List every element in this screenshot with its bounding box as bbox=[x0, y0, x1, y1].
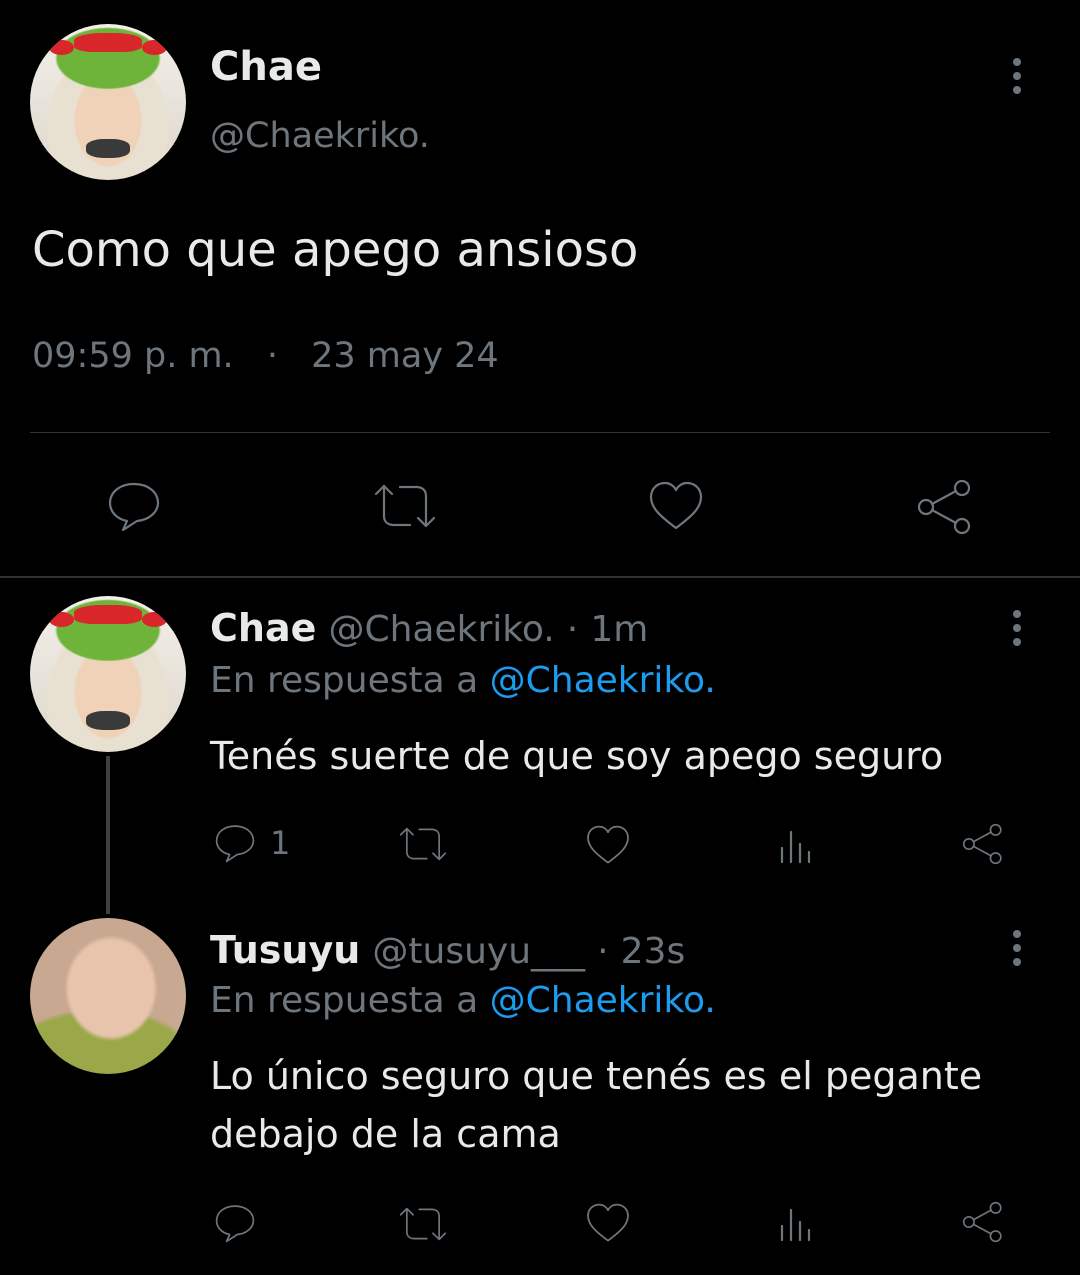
like-icon[interactable] bbox=[584, 822, 632, 868]
reply-context: En respuesta a @Chaekriko. bbox=[210, 660, 716, 701]
tweet-date: 23 may 24 bbox=[311, 336, 499, 376]
like-icon[interactable] bbox=[646, 478, 706, 534]
share-icon[interactable] bbox=[960, 822, 1006, 866]
retweet-icon[interactable] bbox=[396, 824, 450, 864]
tweet-timestamp: 09:59 p. m. · 23 may 24 bbox=[32, 336, 499, 376]
more-icon[interactable] bbox=[1013, 930, 1021, 972]
reply-text: Tenés suerte de que soy apego seguro bbox=[210, 734, 944, 778]
reply-text-line-1: Lo único seguro que tenés es el pegante bbox=[210, 1054, 983, 1098]
reply-age: 23s bbox=[620, 931, 686, 972]
divider bbox=[30, 432, 1050, 433]
handle[interactable]: @Chaekriko. bbox=[210, 116, 430, 156]
handle[interactable]: @Chaekriko. bbox=[328, 609, 554, 650]
retweet-icon[interactable] bbox=[396, 1204, 450, 1244]
tweet-time: 09:59 p. m. bbox=[32, 336, 234, 376]
reply-header: Tusuyu @tusuyu___ · 23s bbox=[210, 928, 685, 972]
views-icon[interactable] bbox=[776, 826, 816, 866]
handle[interactable]: @tusuyu___ bbox=[372, 931, 585, 972]
reply-count: 1 bbox=[270, 824, 291, 862]
reply-text-line-2: debajo de la cama bbox=[210, 1112, 561, 1156]
display-name[interactable]: Tusuyu bbox=[210, 928, 360, 972]
dot: · bbox=[566, 609, 579, 650]
share-icon[interactable] bbox=[914, 478, 976, 536]
reply-prefix: En respuesta a bbox=[210, 980, 479, 1021]
reply-icon[interactable] bbox=[212, 820, 258, 866]
share-icon[interactable] bbox=[960, 1200, 1006, 1244]
avatar[interactable] bbox=[30, 596, 186, 752]
retweet-icon[interactable] bbox=[370, 480, 440, 532]
reply-icon[interactable] bbox=[212, 1200, 258, 1246]
reply-header: Chae @Chaekriko. · 1m bbox=[210, 606, 648, 650]
separator: · bbox=[266, 336, 278, 376]
views-icon[interactable] bbox=[776, 1204, 816, 1244]
reply-prefix: En respuesta a bbox=[210, 660, 479, 701]
reply-age: 1m bbox=[590, 609, 649, 650]
tweet-text: Como que apego ansioso bbox=[32, 222, 639, 278]
like-icon[interactable] bbox=[584, 1200, 632, 1246]
more-icon[interactable] bbox=[1013, 610, 1021, 652]
reply-to-link[interactable]: @Chaekriko. bbox=[490, 980, 716, 1021]
avatar[interactable] bbox=[30, 918, 186, 1074]
reply-icon[interactable] bbox=[104, 478, 164, 534]
avatar[interactable] bbox=[30, 24, 186, 180]
display-name[interactable]: Chae bbox=[210, 44, 322, 90]
reply-context: En respuesta a @Chaekriko. bbox=[210, 980, 716, 1021]
reply-to-link[interactable]: @Chaekriko. bbox=[490, 660, 716, 701]
more-icon[interactable] bbox=[1013, 58, 1021, 100]
divider bbox=[0, 576, 1080, 578]
thread-line bbox=[106, 756, 110, 914]
display-name[interactable]: Chae bbox=[210, 606, 316, 650]
dot: · bbox=[597, 931, 609, 972]
